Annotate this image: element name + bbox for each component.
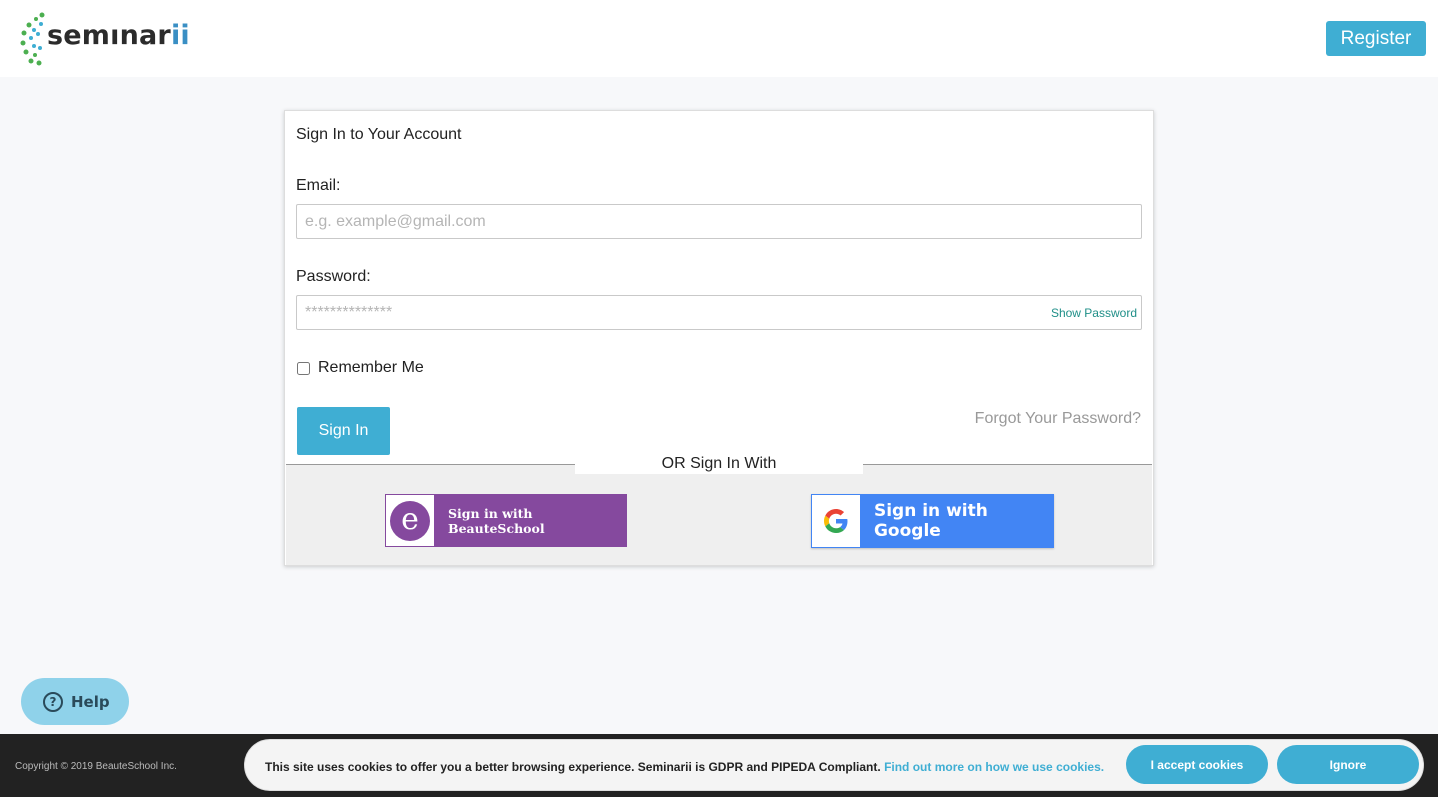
- google-button-label: Sign in with Google: [873, 501, 988, 541]
- password-input[interactable]: [296, 295, 1142, 330]
- cookie-message-text: This site uses cookies to offer you a be…: [265, 760, 881, 774]
- cookie-banner: This site uses cookies to offer you a be…: [244, 739, 1424, 791]
- sign-in-button[interactable]: Sign In: [297, 407, 390, 455]
- remember-me-label: Remember Me: [318, 359, 424, 376]
- divider-left: [286, 464, 575, 465]
- google-sign-in-button[interactable]: Sign in with Google: [811, 494, 1054, 548]
- beauteschool-icon-box: e: [386, 495, 434, 546]
- remember-me[interactable]: Remember Me: [297, 359, 424, 377]
- logo-text-main: semınar: [47, 20, 171, 51]
- seminarii-logo[interactable]: semınarii: [20, 10, 190, 68]
- google-icon-box: [812, 495, 860, 547]
- beauteschool-sign-in-button[interactable]: e Sign in with BeauteSchool: [385, 494, 627, 547]
- google-g-icon: [823, 509, 848, 533]
- card-title: Sign In to Your Account: [296, 126, 462, 143]
- forgot-password-link[interactable]: Forgot Your Password?: [915, 410, 1141, 428]
- divider-right: [863, 464, 1152, 465]
- email-input[interactable]: [296, 204, 1142, 239]
- beauteschool-e-icon: e: [390, 500, 430, 541]
- register-button[interactable]: Register: [1326, 21, 1426, 56]
- site-header: semınarii Register: [0, 0, 1438, 77]
- logo-text-accent: ii: [170, 20, 190, 51]
- remember-me-checkbox[interactable]: [297, 361, 310, 375]
- password-label: Password:: [296, 268, 371, 285]
- show-password-link[interactable]: Show Password: [1037, 306, 1137, 320]
- beauteschool-button-label: Sign in with BeauteSchool: [448, 505, 545, 536]
- ignore-cookies-button[interactable]: Ignore: [1277, 745, 1419, 784]
- copyright-text: Copyright © 2019 BeauteSchool Inc.: [15, 761, 177, 772]
- help-label: Help: [71, 692, 110, 711]
- help-button[interactable]: ? Help: [21, 678, 129, 725]
- cookie-message: This site uses cookies to offer you a be…: [265, 760, 1104, 774]
- question-circle-icon: ?: [43, 691, 63, 712]
- sign-in-card: Sign In to Your Account Email: Password:…: [284, 110, 1154, 566]
- cookie-policy-link[interactable]: Find out more on how we use cookies.: [884, 760, 1104, 774]
- or-sign-in-with-label: OR Sign In With: [575, 454, 863, 474]
- email-label: Email:: [296, 177, 341, 194]
- site-footer: Copyright © 2019 BeauteSchool Inc. This …: [0, 734, 1438, 797]
- accept-cookies-button[interactable]: I accept cookies: [1126, 745, 1268, 784]
- logo-wordmark: semınarii: [47, 20, 190, 51]
